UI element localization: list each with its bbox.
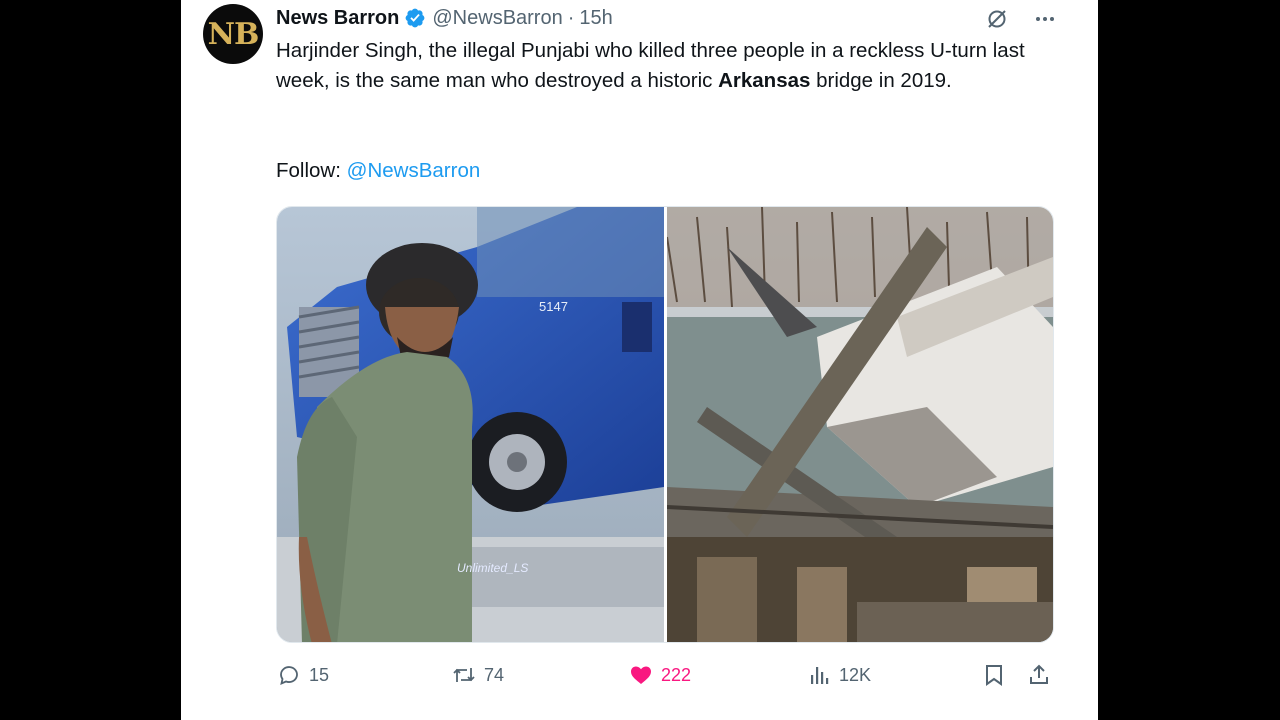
tweet-text-bold: Arkansas (718, 69, 811, 92)
tweet-text: Harjinder Singh, the illegal Punjabi who… (276, 36, 1056, 96)
reply-button[interactable]: 15 (276, 662, 329, 688)
repost-button[interactable]: 74 (451, 662, 504, 688)
separator-dot: · (567, 6, 575, 29)
views-button[interactable]: 12K (806, 662, 871, 688)
bookmark-icon (981, 662, 1007, 688)
header-actions (984, 6, 1058, 32)
grok-icon[interactable] (984, 6, 1010, 32)
more-icon[interactable] (1032, 6, 1058, 32)
author-handle[interactable]: @NewsBarron (432, 7, 562, 30)
like-icon (628, 662, 654, 688)
like-count: 222 (661, 664, 692, 685)
author-name[interactable]: News Barron (276, 7, 399, 30)
media-image-left[interactable]: 5147 Unlimited_LS (277, 207, 664, 642)
reply-icon (276, 662, 302, 688)
verified-badge-icon (404, 7, 426, 29)
avatar-initials: NB (207, 16, 260, 52)
watermark-caption: Unlimited_LS (457, 561, 528, 575)
follow-line: Follow: @NewsBarron (276, 156, 480, 186)
media-image-right[interactable] (667, 207, 1053, 642)
media-grid: 5147 Unlimited_LS (276, 206, 1054, 643)
tweet-actions: 15 74 222 12K (276, 662, 1056, 696)
tweet-card: NB News Barron @NewsBarron · 15h Harjind… (181, 0, 1098, 720)
follow-label: Follow: (276, 159, 347, 182)
timestamp[interactable]: 15h (579, 7, 612, 30)
share-icon (1026, 662, 1052, 688)
tweet-text-part: bridge in 2019. (810, 69, 952, 92)
reply-count: 15 (309, 664, 330, 685)
like-button[interactable]: 222 (628, 662, 691, 688)
truck-number: 5147 (539, 299, 568, 314)
tweet-header: News Barron @NewsBarron · 15h (276, 4, 613, 32)
views-count: 12K (839, 664, 872, 685)
repost-icon (451, 662, 477, 688)
repost-count: 74 (484, 664, 505, 685)
share-button[interactable] (1026, 662, 1052, 688)
follow-mention-link[interactable]: @NewsBarron (347, 159, 481, 182)
views-icon (806, 662, 832, 688)
bookmark-button[interactable] (981, 662, 1007, 688)
avatar[interactable]: NB (203, 4, 263, 64)
